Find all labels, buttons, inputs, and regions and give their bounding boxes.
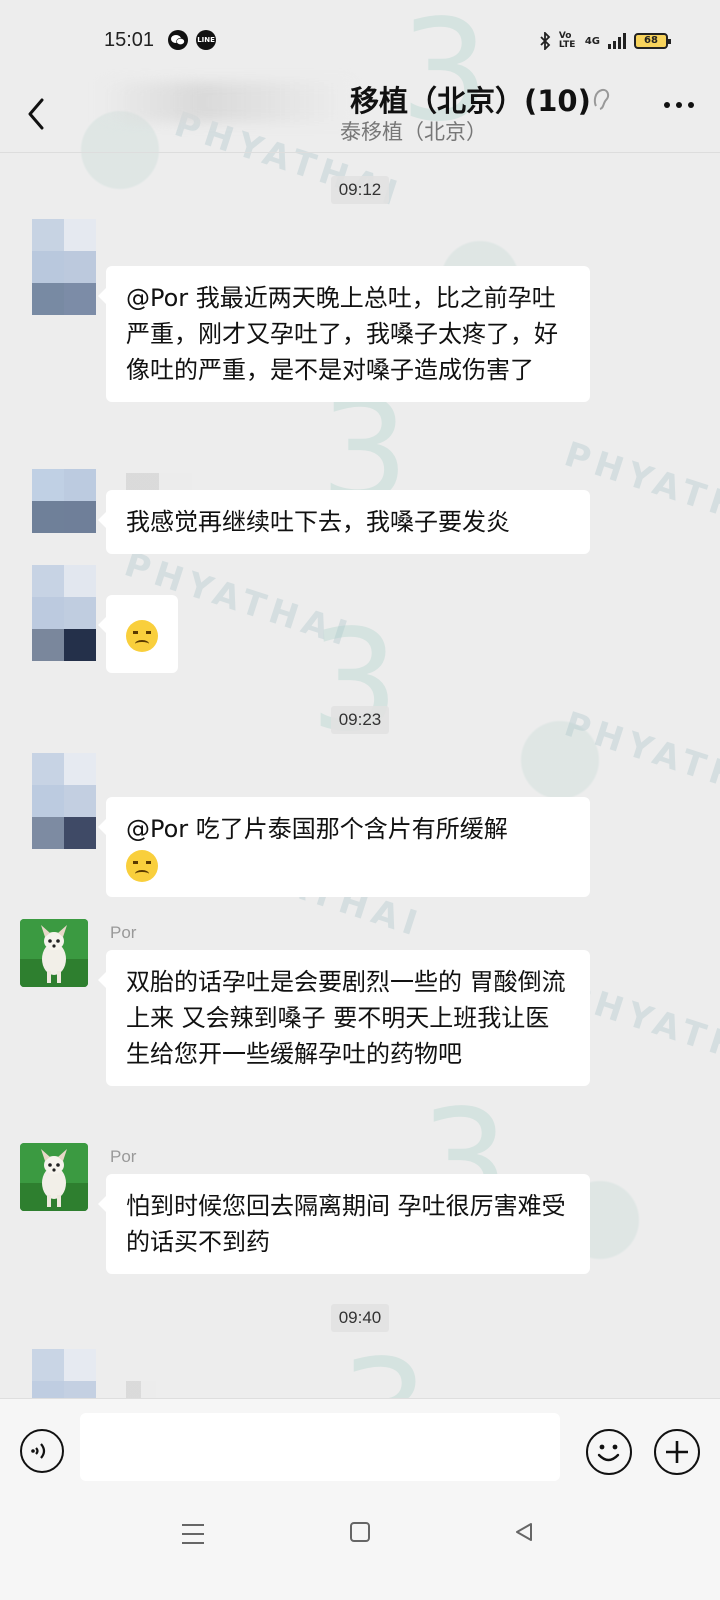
more-dot: [664, 102, 670, 108]
avatar[interactable]: [32, 219, 96, 315]
timestamp: 09:12: [0, 176, 720, 204]
message-bubble[interactable]: 怕到时候您回去隔离期间 孕吐很厉害难受的话买不到药: [98, 1174, 590, 1274]
system-back-button[interactable]: [512, 1520, 536, 1544]
status-time: 15:01: [104, 28, 155, 51]
status-indicators: Vo LTE 4G 68: [539, 31, 671, 50]
avatar[interactable]: [32, 565, 96, 661]
dog-avatar-image: [20, 1143, 88, 1211]
title-blur: [100, 82, 350, 122]
more-dot: [688, 102, 694, 108]
network-label: 4G: [584, 35, 600, 47]
add-button[interactable]: [654, 1429, 700, 1475]
timestamp: 09:23: [0, 706, 720, 734]
back-button[interactable]: [22, 94, 52, 134]
signal-icon: [608, 33, 626, 49]
input-bar: [0, 1398, 720, 1496]
message-bubble[interactable]: 双胎的话孕吐是会要剧烈一些的 胃酸倒流上来 又会辣到嗓子 要不明天上班我让医生给…: [98, 950, 590, 1086]
timestamp-text: 09:40: [330, 1304, 390, 1332]
menu-line: [182, 1533, 204, 1535]
sender-name: Por: [110, 923, 137, 942]
dog-avatar-image: [20, 919, 88, 987]
wechat-icon: [168, 30, 189, 50]
sad-cry-emoji: [126, 620, 158, 652]
battery-icon: 68: [634, 33, 671, 49]
avatar[interactable]: [32, 469, 96, 533]
battery-level: 68: [644, 35, 658, 46]
message-input[interactable]: [80, 1413, 560, 1481]
plus-icon: [666, 1441, 688, 1463]
message-bubble[interactable]: 我感觉再继续吐下去，我嗓子要发炎: [98, 490, 590, 554]
menu-line: [182, 1524, 204, 1526]
chat-title[interactable]: 移植（北京）(10): [350, 78, 591, 120]
more-button[interactable]: [664, 102, 694, 108]
more-dot: [676, 102, 682, 108]
timestamp-text: 09:23: [330, 706, 390, 734]
avatar[interactable]: [20, 919, 88, 987]
ear-icon: [593, 88, 610, 110]
message-bubble[interactable]: @Por 我最近两天晚上总吐，比之前孕吐严重，刚才又孕吐了，我嗓子太疼了，好像吐…: [98, 266, 590, 402]
line-icon: LINE: [196, 30, 217, 50]
message-text: @Por 吃了片泰国那个含片有所缓解: [126, 815, 508, 843]
message-text: 怕到时候您回去隔离期间 孕吐很厉害难受的话买不到药: [126, 1192, 566, 1256]
recents-button[interactable]: [182, 1524, 204, 1544]
chat-header: 移植（北京）(10) 泰移植（北京）: [0, 60, 720, 154]
chat-area[interactable]: 09:12 @Por 我最近两天晚上总吐，比之前孕吐严重，刚才又孕吐了，我嗓子太…: [0, 153, 720, 1413]
smiley-icon: [597, 1444, 620, 1462]
message-text: @Por 我最近两天晚上总吐，比之前孕吐严重，刚才又孕吐了，我嗓子太疼了，好像吐…: [126, 284, 558, 384]
message-text: 我感觉再继续吐下去，我嗓子要发炎: [126, 508, 510, 536]
message-bubble[interactable]: @Por 吃了片泰国那个含片有所缓解: [98, 797, 590, 897]
sender-name: Por: [110, 1147, 137, 1166]
chevron-left-icon: [28, 98, 44, 130]
message-text: 双胎的话孕吐是会要剧烈一些的 胃酸倒流上来 又会辣到嗓子 要不明天上班我让医生给…: [126, 968, 566, 1068]
menu-line: [182, 1542, 204, 1544]
avatar[interactable]: [20, 1143, 88, 1211]
home-button[interactable]: [350, 1522, 370, 1542]
timestamp: 09:40: [0, 1304, 720, 1332]
timestamp-text: 09:12: [330, 176, 390, 204]
volte-label: Vo LTE: [558, 31, 576, 50]
avatar[interactable]: [32, 753, 96, 849]
status-app-icons: LINE: [168, 30, 217, 50]
message-bubble[interactable]: [98, 595, 178, 673]
emoji-button[interactable]: [586, 1429, 632, 1475]
voice-button[interactable]: [20, 1429, 64, 1473]
voice-icon: [31, 1443, 46, 1459]
bluetooth-icon: [540, 32, 551, 50]
system-nav-bar: [0, 1496, 720, 1600]
sad-cry-emoji: [126, 850, 158, 882]
triangle-back-icon: [516, 1523, 532, 1541]
chat-subtitle: 泰移植（北京）: [340, 120, 487, 144]
